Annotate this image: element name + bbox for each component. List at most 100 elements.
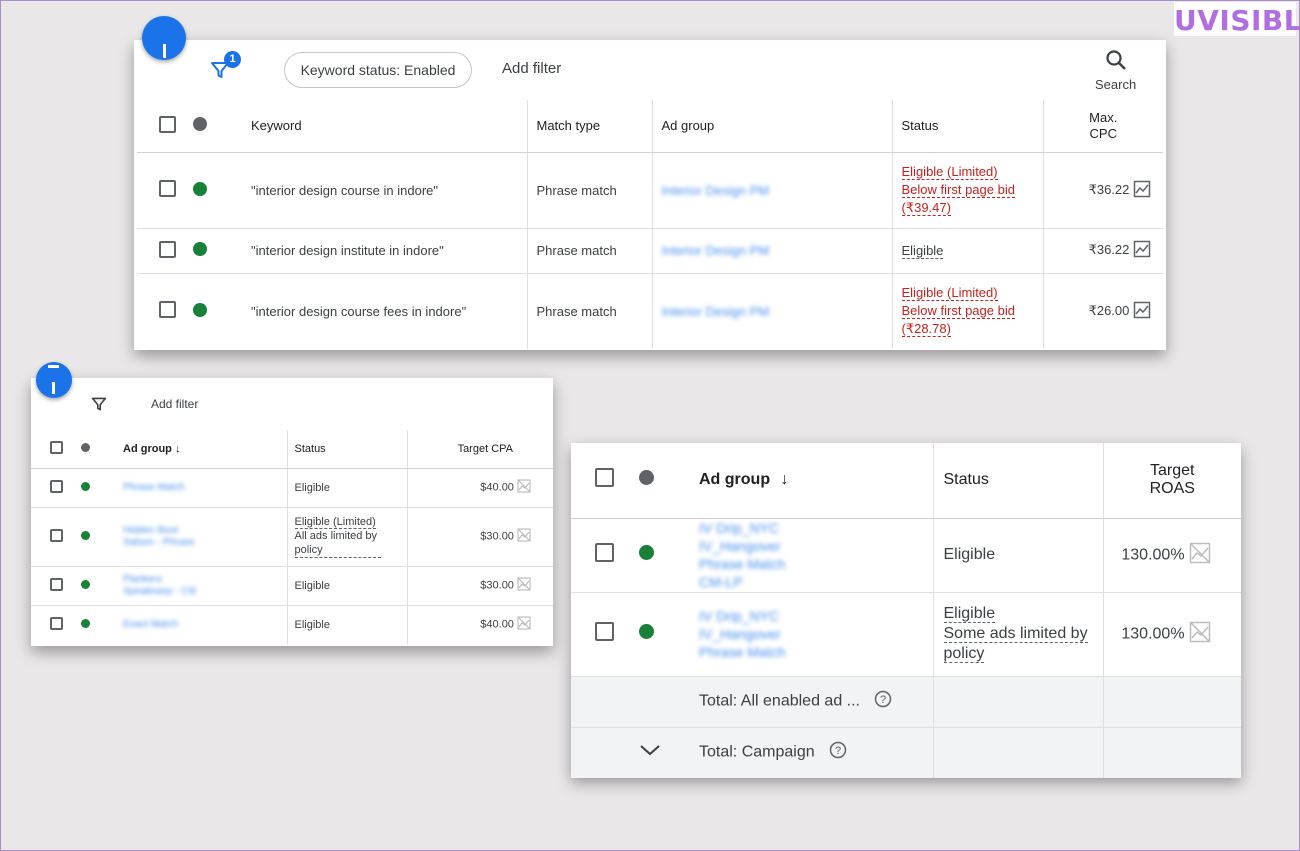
ad-group-link[interactable]: Phrase Match bbox=[123, 482, 185, 493]
col-keyword[interactable]: Keyword bbox=[251, 100, 527, 153]
sort-down-icon[interactable]: ↓ bbox=[781, 471, 789, 488]
help-icon[interactable]: ? bbox=[874, 690, 892, 713]
help-icon[interactable]: ? bbox=[829, 741, 847, 764]
target-cpa-value[interactable]: $40.00 bbox=[480, 481, 514, 493]
col-max-cpc[interactable]: Max. CPC bbox=[1042, 100, 1163, 153]
col-ad-group[interactable]: Ad group ↓ bbox=[699, 443, 933, 519]
svg-text:?: ? bbox=[835, 745, 841, 757]
select-all-checkbox[interactable] bbox=[50, 440, 63, 454]
status-text[interactable]: Eligible bbox=[286, 566, 407, 606]
select-all-checkbox[interactable] bbox=[595, 468, 614, 488]
status-text[interactable]: Eligible bbox=[901, 243, 944, 259]
row-checkbox[interactable] bbox=[50, 616, 63, 630]
no-data-chart-icon bbox=[517, 528, 531, 545]
enabled-status-dot bbox=[81, 618, 90, 628]
target-cpa-panel: Add filter Ad group ↓ Status Target CPA … bbox=[31, 362, 553, 646]
target-roas-value[interactable]: 130.00% bbox=[1121, 625, 1184, 642]
status-detail[interactable]: Below first page bid bbox=[901, 303, 1015, 320]
row-checkbox[interactable] bbox=[595, 622, 614, 641]
chevron-down-icon[interactable] bbox=[639, 744, 661, 761]
trend-chart-icon[interactable] bbox=[1133, 301, 1151, 322]
row-checkbox[interactable] bbox=[159, 240, 176, 258]
table-row: "interior design course in indore" Phras… bbox=[137, 152, 1163, 229]
target-cpa-value[interactable]: $40.00 bbox=[480, 619, 514, 631]
status-text[interactable]: Eligible bbox=[286, 468, 407, 508]
no-data-chart-icon bbox=[1189, 542, 1211, 569]
status-text[interactable]: Eligible (Limited) bbox=[901, 285, 998, 302]
status-detail[interactable]: Some ads limited by policy bbox=[943, 625, 1088, 663]
target-cpa-value[interactable]: $30.00 bbox=[480, 530, 514, 542]
total-row: Total: All enabled ad ...? bbox=[571, 676, 1241, 728]
status-detail-bid[interactable]: (₹39.47) bbox=[901, 200, 951, 216]
add-fab-button[interactable] bbox=[36, 362, 72, 398]
sort-down-icon[interactable]: ↓ bbox=[175, 443, 181, 455]
table-header-row: Keyword Match type Ad group Status Max. … bbox=[137, 100, 1163, 153]
keyword-status-chip[interactable]: Keyword status: Enabled bbox=[284, 52, 472, 88]
table-row: Phrase Match Eligible $40.00 bbox=[31, 468, 553, 508]
keyword-text[interactable]: "interior design institute in indore" bbox=[251, 228, 527, 274]
total-label: Total: Campaign bbox=[699, 743, 815, 761]
total-label: Total: All enabled ad ... bbox=[699, 692, 860, 710]
target-roas-panel: Ad group ↓ Status Target ROAS IV Drip_NY… bbox=[571, 443, 1241, 778]
ad-group-link[interactable]: Plankers Speakeasy - Ctil bbox=[123, 574, 203, 598]
enabled-status-dot bbox=[81, 481, 90, 491]
status-text[interactable]: Eligible bbox=[943, 605, 996, 623]
status-detail-bid[interactable]: (₹28.78) bbox=[901, 321, 951, 338]
ad-group-link[interactable]: IV Drip_NYC IV_Hangover Phrase Match CM-… bbox=[699, 519, 799, 591]
no-data-chart-icon bbox=[1189, 621, 1211, 648]
keyword-text[interactable]: "interior design course fees in indore" bbox=[251, 273, 527, 349]
keyword-text[interactable]: "interior design course in indore" bbox=[251, 152, 527, 229]
max-cpc-value[interactable]: ₹26.00 bbox=[1089, 303, 1130, 318]
keywords-table: Keyword Match type Ad group Status Max. … bbox=[137, 100, 1163, 349]
select-all-checkbox[interactable] bbox=[159, 115, 176, 133]
ad-group-link[interactable]: Exact Match bbox=[123, 619, 178, 630]
table-row: Plankers Speakeasy - Ctil Eligible $30.0… bbox=[31, 566, 553, 606]
row-checkbox[interactable] bbox=[50, 577, 63, 591]
row-checkbox[interactable] bbox=[50, 528, 63, 542]
ad-group-link[interactable]: IV Drip_NYC IV_Hangover Phrase Match bbox=[699, 607, 799, 661]
row-checkbox[interactable] bbox=[159, 301, 176, 319]
add-filter-button[interactable]: Add filter bbox=[151, 397, 198, 411]
row-checkbox[interactable] bbox=[595, 543, 614, 562]
col-status[interactable]: Status bbox=[286, 430, 407, 469]
col-status[interactable]: Status bbox=[932, 443, 1103, 519]
max-cpc-value[interactable]: ₹36.22 bbox=[1089, 242, 1130, 257]
max-cpc-value[interactable]: ₹36.22 bbox=[1089, 181, 1130, 196]
no-data-chart-icon bbox=[517, 479, 531, 496]
status-text[interactable]: Eligible (Limited) bbox=[901, 164, 998, 180]
table-row: "interior design course fees in indore" … bbox=[137, 273, 1163, 349]
enabled-status-dot bbox=[639, 545, 654, 560]
status-detail[interactable]: Below first page bid bbox=[901, 182, 1015, 198]
row-checkbox[interactable] bbox=[50, 479, 63, 493]
target-roas-value[interactable]: 130.00% bbox=[1121, 546, 1184, 563]
col-target-roas[interactable]: Target ROAS bbox=[1102, 443, 1241, 519]
ad-group-link[interactable]: Interior Design PM bbox=[662, 183, 770, 198]
ad-group-link[interactable]: Interior Design PM bbox=[662, 243, 770, 258]
status-detail[interactable]: All ads limited by policy bbox=[294, 529, 381, 558]
col-target-cpa[interactable]: Target CPA bbox=[406, 430, 553, 469]
total-row: Total: Campaign? bbox=[571, 727, 1241, 778]
col-match-type[interactable]: Match type bbox=[526, 100, 652, 153]
table-row: Hidden Boot Saloon - Phrase Eligible (Li… bbox=[31, 507, 553, 567]
status-text[interactable]: Eligible bbox=[932, 518, 1103, 593]
table-header-row: Ad group ↓ Status Target CPA bbox=[31, 430, 553, 469]
col-ad-group[interactable]: Ad group ↓ bbox=[123, 430, 287, 469]
status-text[interactable]: Eligible bbox=[286, 605, 407, 644]
brand-logo: UVISIBLE bbox=[1174, 2, 1300, 37]
ad-group-link[interactable]: Hidden Boot Saloon - Phrase bbox=[123, 525, 203, 549]
col-ad-group[interactable]: Ad group bbox=[651, 100, 892, 153]
ad-group-link[interactable]: Interior Design PM bbox=[662, 304, 770, 319]
no-data-chart-icon bbox=[517, 616, 531, 633]
trend-chart-icon[interactable] bbox=[1133, 240, 1151, 261]
match-type: Phrase match bbox=[526, 152, 652, 229]
status-text[interactable]: Eligible (Limited) bbox=[294, 516, 376, 529]
col-status[interactable]: Status bbox=[891, 100, 1043, 153]
target-cpa-value[interactable]: $30.00 bbox=[480, 579, 514, 591]
filter-icon[interactable] bbox=[91, 396, 107, 417]
target-roas-table: Ad group ↓ Status Target ROAS IV Drip_NY… bbox=[571, 443, 1241, 778]
row-checkbox[interactable] bbox=[159, 180, 176, 197]
search-icon[interactable] bbox=[1104, 48, 1128, 77]
add-filter-button[interactable]: Add filter bbox=[502, 60, 561, 77]
add-fab-button[interactable] bbox=[142, 16, 186, 60]
trend-chart-icon[interactable] bbox=[1133, 180, 1151, 201]
